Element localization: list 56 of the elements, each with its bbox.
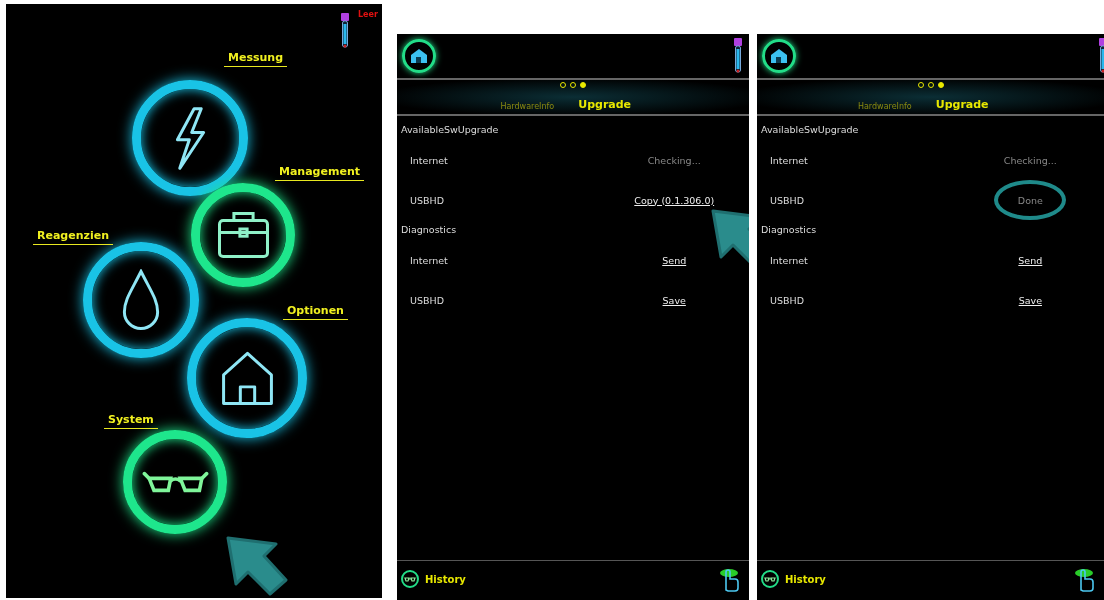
menu-circle-button[interactable] bbox=[132, 80, 248, 196]
tab[interactable]: Upgrade bbox=[925, 98, 1104, 111]
menu-label[interactable]: Optionen bbox=[283, 304, 348, 320]
house-icon bbox=[220, 350, 274, 406]
house-icon bbox=[769, 46, 789, 66]
briefcase-icon bbox=[216, 211, 270, 259]
test-tube-icon[interactable] bbox=[733, 37, 743, 75]
menu-circle-button[interactable] bbox=[187, 318, 307, 438]
tab[interactable]: HardwareInfo bbox=[757, 98, 926, 111]
status-text: Checking... bbox=[1003, 154, 1057, 166]
menu-label[interactable]: Messung bbox=[224, 51, 288, 67]
action-link[interactable]: Copy (0.1.306.0) bbox=[634, 194, 715, 206]
row-label: Internet bbox=[409, 254, 449, 266]
glasses-icon bbox=[404, 575, 416, 583]
menu-circle-button[interactable] bbox=[83, 242, 199, 358]
row-label: USBHD bbox=[409, 194, 445, 206]
history-button[interactable] bbox=[401, 570, 419, 588]
home-button[interactable] bbox=[402, 39, 436, 73]
page-dot[interactable] bbox=[580, 82, 586, 88]
row-label: USBHD bbox=[409, 294, 445, 306]
menu-label[interactable]: Management bbox=[275, 165, 364, 181]
menu-circle-button[interactable] bbox=[123, 430, 227, 534]
hand-pointer-icon[interactable] bbox=[719, 566, 741, 592]
status-label: Leer bbox=[358, 10, 378, 19]
section-title: Diagnostics bbox=[400, 223, 458, 237]
menu-circle-button[interactable] bbox=[191, 183, 295, 287]
tab[interactable]: Upgrade bbox=[568, 98, 749, 111]
droplet-icon bbox=[122, 269, 160, 331]
home-button[interactable] bbox=[762, 39, 796, 73]
action-link[interactable]: Save bbox=[662, 294, 686, 306]
hand-pointer-icon[interactable] bbox=[1074, 566, 1096, 592]
status-text: Checking... bbox=[647, 154, 701, 166]
page-dot[interactable] bbox=[937, 82, 944, 88]
lightning-icon bbox=[174, 105, 206, 171]
menu-label[interactable]: Reagenzien bbox=[33, 229, 113, 245]
section-title: AvailableSwUpgrade bbox=[760, 123, 860, 137]
section-title: AvailableSwUpgrade bbox=[400, 123, 500, 137]
glasses-icon bbox=[764, 575, 776, 583]
status-text: Done bbox=[1017, 194, 1043, 206]
row-label: Internet bbox=[769, 254, 809, 266]
section-title: Diagnostics bbox=[760, 223, 818, 237]
row-label: USBHD bbox=[769, 194, 805, 206]
row-label: Internet bbox=[409, 154, 449, 166]
history-label[interactable]: History bbox=[425, 573, 719, 585]
house-icon bbox=[409, 46, 429, 66]
history-button[interactable] bbox=[761, 570, 779, 588]
test-tube-icon[interactable] bbox=[340, 12, 350, 50]
tab[interactable]: HardwareInfo bbox=[397, 98, 569, 111]
history-label[interactable]: History bbox=[785, 573, 1074, 585]
action-link[interactable]: Save bbox=[1018, 294, 1042, 306]
action-link[interactable]: Send bbox=[1018, 254, 1043, 266]
menu-label[interactable]: System bbox=[104, 413, 158, 429]
row-label: USBHD bbox=[769, 294, 805, 306]
row-label: Internet bbox=[769, 154, 809, 166]
action-link[interactable]: Send bbox=[662, 254, 687, 266]
glasses-icon bbox=[141, 471, 209, 493]
